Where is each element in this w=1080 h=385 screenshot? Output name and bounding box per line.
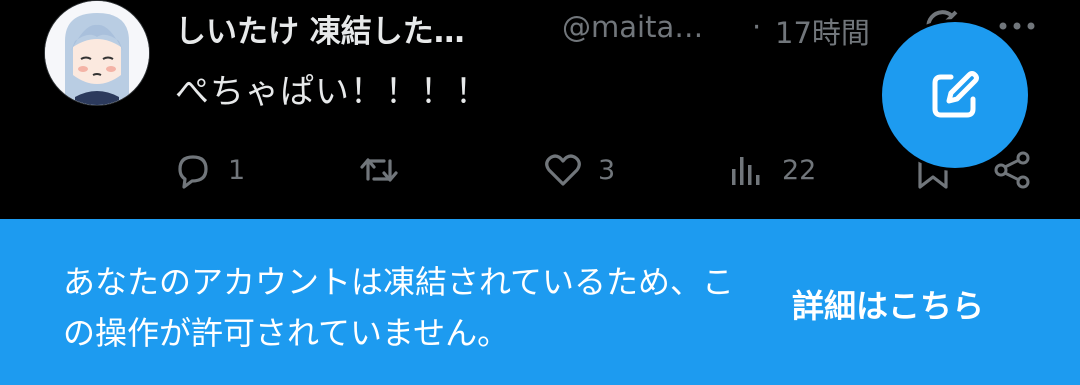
compose-button[interactable] [882,22,1028,168]
retweet-icon [360,158,398,182]
like-count: 3 [598,154,616,186]
views-icon [732,157,760,185]
reply-icon [178,155,208,189]
display-name[interactable]: しいたけ 凍結した… [175,6,465,51]
compose-icon [932,71,979,118]
views-count: 22 [782,154,817,186]
reply-count: 1 [228,154,246,186]
like-button[interactable]: 3 [542,148,615,192]
tweet[interactable]: しいたけ 凍結した… @maita… · 17時間 ぺちゃぱい！！！！ 1 3 [0,0,1080,219]
suspended-banner: あなたのアカウントは凍結されているため、この操作が許可されていません。 詳細はこ… [0,219,1080,385]
separator-dot: · [752,10,762,44]
more-icon[interactable] [997,14,1037,38]
views-button[interactable]: 22 [726,148,816,192]
like-icon [545,154,581,186]
reply-button[interactable]: 1 [172,148,245,192]
banner-message: あなたのアカウントは凍結されているため、この操作が許可されていません。 [63,263,735,352]
share-icon [994,151,1030,189]
tweet-text: ぺちゃぱい！！！！ [175,72,490,112]
timestamp[interactable]: 17時間 [775,10,870,52]
avatar[interactable] [44,0,150,106]
details-link[interactable]: 詳細はこちら [792,281,984,327]
retweet-button[interactable] [358,148,414,192]
handle[interactable]: @maita… [562,10,703,44]
share-button[interactable] [992,148,1034,192]
